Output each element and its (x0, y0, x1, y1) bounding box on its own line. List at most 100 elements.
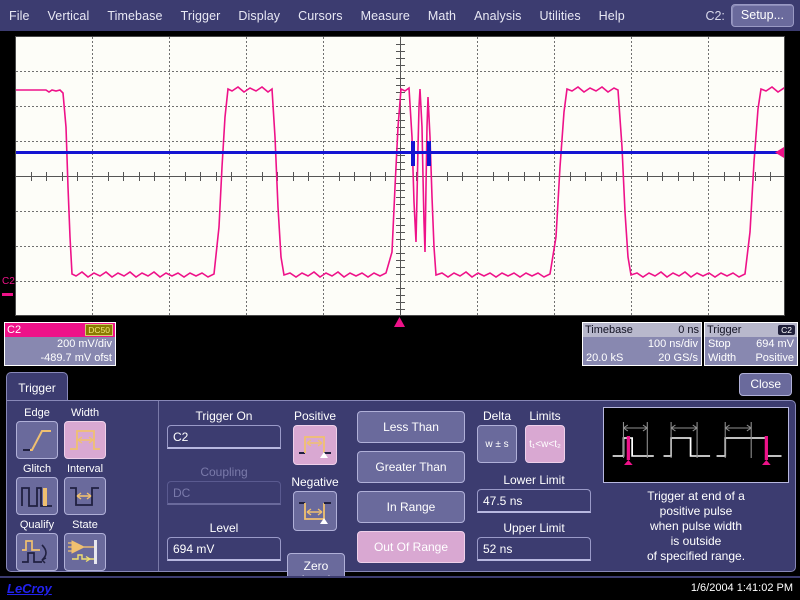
trigger-on-label: Trigger On (167, 409, 281, 423)
upper-limit-input[interactable]: 52 ns (477, 537, 591, 561)
channel-descriptor-name: C2 (7, 324, 21, 336)
trigger-settings-section: Trigger On C2 Coupling DC Level 694 mV P… (159, 401, 349, 571)
positive-pulse-icon (297, 430, 333, 460)
coupling-label: Coupling (167, 465, 281, 479)
menu-item-analysis[interactable]: Analysis (465, 7, 530, 25)
channel-coupling-badge: DC50 (85, 324, 113, 336)
trigger-source-badge: C2 (778, 325, 795, 335)
trigger-level-value: 694 mV (756, 337, 794, 351)
condition-section: Less Than Greater Than In Range Out Of R… (349, 401, 473, 571)
menu-item-measure[interactable]: Measure (352, 7, 419, 25)
trigger-type-section: Edge Width (7, 401, 159, 571)
trigger-type-width[interactable]: Width (61, 407, 109, 459)
spacer (287, 465, 343, 475)
setup-button[interactable]: Setup... (731, 4, 794, 27)
close-button[interactable]: Close (739, 373, 792, 396)
delta-column: Delta w ± s (477, 409, 517, 463)
condition-in-range[interactable]: In Range (357, 491, 465, 523)
menu-item-file[interactable]: File (0, 7, 39, 25)
condition-out-of-range[interactable]: Out Of Range (357, 531, 465, 563)
limits-button[interactable]: t₁<w<t₂ (525, 425, 565, 463)
negative-polarity-button[interactable] (293, 491, 337, 531)
trigger-descriptor-line-2: Width Positive (705, 351, 797, 365)
trigger-type-edge[interactable]: Edge (13, 407, 61, 459)
menu-item-cursors[interactable]: Cursors (289, 7, 351, 25)
cursor-bar-right[interactable] (427, 141, 431, 166)
channel-trace-marker-icon[interactable] (2, 293, 13, 296)
interval-trigger-icon[interactable] (64, 477, 106, 515)
help-illustration (603, 407, 789, 483)
glitch-trigger-icon[interactable] (16, 477, 58, 515)
channel-offset: -489.7 mV ofst (5, 351, 115, 365)
timebase-memory: 20.0 kS (586, 351, 623, 365)
menu-item-utilities[interactable]: Utilities (530, 7, 589, 25)
positive-polarity-button[interactable] (293, 425, 337, 465)
trigger-type-interval[interactable]: Interval (61, 463, 109, 515)
trigger-level-line[interactable] (16, 151, 784, 154)
negative-pulse-icon (297, 496, 333, 526)
trigger-fields-column: Trigger On C2 Coupling DC Level 694 mV (167, 409, 281, 571)
help-illustration-graphic (604, 408, 788, 482)
delta-button[interactable]: w ± s (477, 425, 517, 463)
positive-label: Positive (287, 409, 343, 423)
help-text-line-1: Trigger at end of a (603, 489, 789, 504)
menu-item-vertical[interactable]: Vertical (39, 7, 99, 25)
trigger-type-qualify-label: Qualify (13, 519, 61, 532)
condition-less-than[interactable]: Less Than (357, 411, 465, 443)
qualify-trigger-glyph (20, 538, 54, 566)
cursor-bar-left[interactable] (411, 141, 415, 166)
menu-item-trigger[interactable]: Trigger (172, 7, 230, 25)
qualify-trigger-icon[interactable] (16, 533, 58, 571)
coupling-input: DC (167, 481, 281, 505)
trigger-type-state-label: State (61, 519, 109, 532)
trigger-type-grid: Edge Width (13, 407, 154, 600)
polarity-column: Positive Negative (281, 409, 343, 571)
menu-item-timebase[interactable]: Timebase (98, 7, 171, 25)
datetime-stamp: 1/6/2004 1:41:02 PM (691, 582, 793, 594)
menu-item-help[interactable]: Help (590, 7, 634, 25)
menu-item-display[interactable]: Display (229, 7, 289, 25)
trigger-descriptor[interactable]: Trigger C2 Stop 694 mV Width Positive (704, 322, 798, 366)
help-text-line-4: is outside (603, 534, 789, 549)
lecroy-brand-link[interactable]: LeCroy (7, 581, 52, 596)
limits-section: Delta w ± s Limits t₁<w<t₂ Lower Limit 4… (473, 401, 597, 571)
oscilloscope-app: File Vertical Timebase Trigger Display C… (0, 0, 800, 600)
spacer (167, 505, 281, 521)
trigger-type-glitch[interactable]: Glitch (13, 463, 61, 515)
timebase-sample-rate: 20 GS/s (658, 351, 698, 365)
state-trigger-icon[interactable] (64, 533, 106, 571)
channel-scale: 200 mV/div (5, 337, 115, 351)
zero-level-line-1: Zero (304, 559, 329, 573)
graticule-area: C2 (0, 31, 800, 320)
trigger-descriptor-header: Trigger C2 (705, 323, 797, 337)
condition-greater-than[interactable]: Greater Than (357, 451, 465, 483)
delta-label: Delta (477, 409, 517, 423)
timebase-descriptor-header: Timebase 0 ns (583, 323, 701, 337)
upper-limit-label: Upper Limit (477, 521, 591, 535)
trigger-type-width-label: Width (61, 407, 109, 420)
lower-limit-label: Lower Limit (477, 473, 591, 487)
trigger-type-edge-label: Edge (13, 407, 61, 420)
limits-label: Limits (525, 409, 565, 423)
trigger-type-qualify[interactable]: Qualify (13, 519, 61, 571)
waveform-graticule[interactable] (15, 36, 785, 316)
tab-trigger[interactable]: Trigger (6, 372, 68, 402)
width-trigger-icon[interactable] (64, 421, 106, 459)
trigger-dialog: Trigger Close Edge (0, 368, 800, 576)
trigger-type-interval-label: Interval (61, 463, 109, 476)
timebase-descriptor[interactable]: Timebase 0 ns 100 ns/div 20.0 kS 20 GS/s (582, 322, 702, 366)
trigger-on-input[interactable]: C2 (167, 425, 281, 449)
level-input[interactable]: 694 mV (167, 537, 281, 561)
glitch-trigger-glyph (20, 482, 54, 510)
lower-limit-input[interactable]: 47.5 ns (477, 489, 591, 513)
edge-trigger-icon[interactable] (16, 421, 58, 459)
state-trigger-glyph (68, 538, 102, 566)
menu-item-math[interactable]: Math (419, 7, 465, 25)
channel-descriptor-c2[interactable]: C2 DC50 200 mV/div -489.7 mV ofst (4, 322, 116, 366)
trigger-type-state[interactable]: State (61, 519, 109, 571)
channel-trace-marker-label: C2 (2, 277, 15, 287)
trigger-descriptor-line-1: Stop 694 mV (705, 337, 797, 351)
trigger-slope: Positive (755, 351, 794, 365)
trigger-dialog-body: Edge Width (6, 400, 796, 572)
timebase-scale: 100 ns/div (583, 337, 701, 351)
